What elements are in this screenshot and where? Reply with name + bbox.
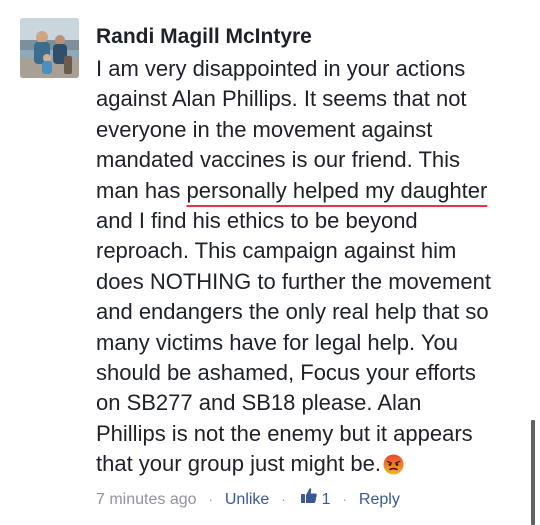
unlike-button[interactable]: Unlike (225, 488, 269, 512)
comment-actions: 7 minutes ago · Unlike · 1 · Reply (96, 487, 400, 512)
angry-face-icon (383, 453, 404, 483)
like-count[interactable]: 1 (322, 488, 331, 512)
separator-dot: · (281, 491, 286, 507)
separator-dot: · (342, 491, 347, 507)
comment-line: I am very disappointed in your actions (96, 56, 466, 81)
comment-body: I am very disappointed in your actions a… (96, 54, 534, 484)
comment-line: everyone in the movement against (96, 116, 433, 142)
comment-line: does NOTHING to further the movement (96, 268, 491, 294)
comment-line: against Alan Phillips. It seems that not (96, 86, 467, 112)
comment-line: and endangers the only real help that so (96, 299, 489, 325)
comment-line: that your group just might be. (96, 449, 534, 483)
comment-line: many victims have for legal help. You (96, 329, 458, 355)
comment-line: and I find his ethics to be beyond (96, 208, 418, 234)
timestamp[interactable]: 7 minutes ago (96, 488, 197, 512)
avatar-photo (20, 18, 79, 78)
comment-line: man has personally helped my daughter (96, 176, 534, 206)
thumbs-up-icon[interactable] (300, 487, 318, 512)
comment-line: mandated vaccines is our friend. This (96, 147, 460, 173)
comment-text: that your group just might be. (96, 451, 381, 477)
comment-line: should be ashamed, Focus your efforts (96, 360, 476, 386)
comment-line: Phillips is not the enemy but it appears (96, 420, 473, 446)
avatar[interactable] (20, 18, 79, 78)
spellcheck-underlined-text: personally helped my daughter (186, 177, 488, 203)
comment-text: man has (96, 177, 187, 203)
scrollbar[interactable] (531, 420, 535, 525)
comment-line: reproach. This campaign against him (96, 238, 457, 264)
comment-author[interactable]: Randi Magill McIntyre (96, 23, 312, 51)
separator-dot: · (208, 491, 213, 507)
reply-button[interactable]: Reply (359, 488, 400, 512)
comment: Randi Magill McIntyre I am very disappoi… (0, 0, 540, 525)
comment-line: on SB277 and SB18 please. Alan (96, 390, 422, 416)
